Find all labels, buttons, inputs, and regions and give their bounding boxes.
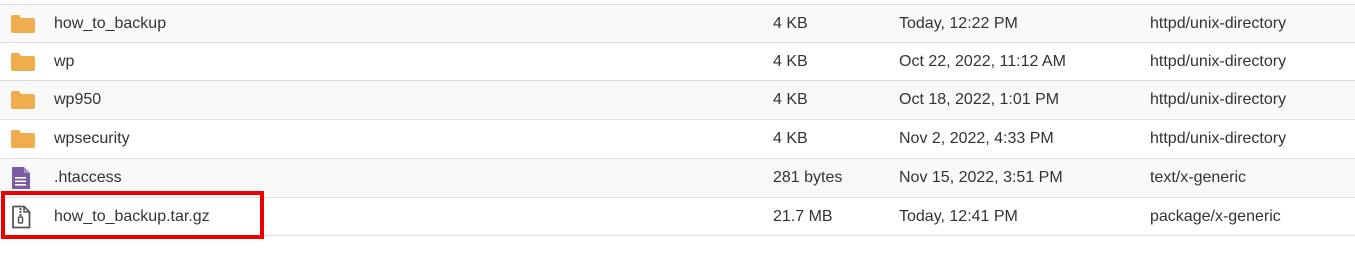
file-modified: Oct 18, 2022, 1:01 PM (899, 91, 1060, 108)
table-bottom-border (0, 235, 1355, 236)
file-size: 4 KB (773, 130, 808, 147)
file-list-table: how_to_backup 4 KB Today, 12:22 PM httpd… (0, 0, 1355, 259)
file-size: 4 KB (773, 15, 808, 32)
file-name[interactable]: .htaccess (54, 159, 122, 196)
table-row[interactable]: .htaccess 281 bytes Nov 15, 2022, 3:51 P… (0, 158, 1355, 196)
file-name[interactable]: how_to_backup.tar.gz (54, 198, 210, 235)
file-type: httpd/unix-directory (1150, 53, 1287, 70)
table-row[interactable]: how_to_backup 4 KB Today, 12:22 PM httpd… (0, 4, 1355, 42)
file-name[interactable]: wp (54, 43, 74, 80)
table-row[interactable]: how_to_backup.tar.gz 21.7 MB Today, 12:4… (0, 197, 1355, 235)
table-row[interactable]: wp950 4 KB Oct 18, 2022, 1:01 PM httpd/u… (0, 80, 1355, 118)
table-row[interactable]: wpsecurity 4 KB Nov 2, 2022, 4:33 PM htt… (0, 119, 1355, 157)
folder-icon (10, 120, 36, 157)
file-name[interactable]: wp950 (54, 81, 101, 118)
file-modified: Today, 12:22 PM (899, 15, 1018, 32)
folder-icon (10, 5, 36, 42)
folder-icon (10, 81, 36, 118)
folder-icon (10, 43, 36, 80)
file-type: text/x-generic (1150, 169, 1247, 186)
file-type: httpd/unix-directory (1150, 91, 1287, 108)
file-type: package/x-generic (1150, 208, 1281, 225)
file-modified: Today, 12:41 PM (899, 208, 1018, 225)
file-type: httpd/unix-directory (1150, 15, 1287, 32)
archive-file-icon (10, 198, 36, 235)
file-modified: Nov 2, 2022, 4:33 PM (899, 130, 1054, 147)
file-size: 21.7 MB (773, 208, 833, 225)
file-name[interactable]: how_to_backup (54, 5, 166, 42)
file-type: httpd/unix-directory (1150, 130, 1287, 147)
file-modified: Nov 15, 2022, 3:51 PM (899, 169, 1063, 186)
file-size: 4 KB (773, 91, 808, 108)
text-file-icon (10, 159, 36, 196)
file-name[interactable]: wpsecurity (54, 120, 130, 157)
file-modified: Oct 22, 2022, 11:12 AM (899, 53, 1066, 70)
file-size: 281 bytes (773, 169, 843, 186)
table-row[interactable]: wp 4 KB Oct 22, 2022, 11:12 AM httpd/uni… (0, 42, 1355, 80)
file-size: 4 KB (773, 53, 808, 70)
